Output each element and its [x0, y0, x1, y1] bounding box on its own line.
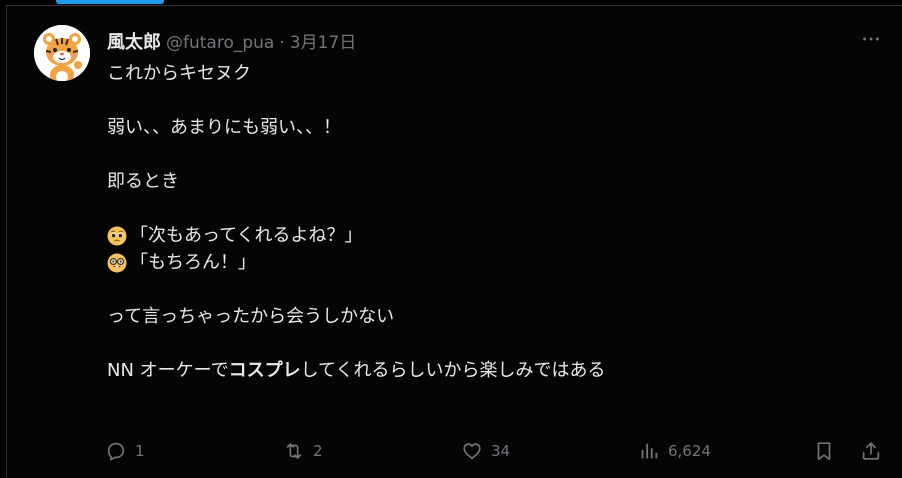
nerd-face-icon	[107, 253, 127, 273]
bookmark-icon	[817, 442, 831, 461]
views-icon	[641, 443, 658, 459]
tiger-avatar-icon	[34, 25, 90, 81]
more-icon	[863, 37, 879, 41]
tweet-line: 弱い、、あまりにも弱い、、！	[107, 117, 341, 138]
author-display-name[interactable]: 風太郎	[107, 28, 161, 54]
reply-count: 1	[135, 442, 145, 460]
author-handle[interactable]: @futaro_pua	[166, 33, 274, 53]
tweet-screen: 風太郎 @futaro_pua · 3月17日 これからキセヌク 弱い、、あまり…	[0, 0, 902, 478]
tweet-line: これからキセヌク	[107, 63, 251, 84]
tweet-text: これからキセヌク 弱い、、あまりにも弱い、、！ 即るとき 「次もあってくれるよね…	[107, 60, 867, 384]
tweet-line-with-emoji: 「次もあってくれるよね？」	[107, 222, 867, 249]
like-count: 34	[491, 442, 511, 460]
views-button[interactable]: 6,624	[638, 437, 711, 465]
header-separator: ·	[279, 33, 285, 53]
tweet-line: 即るとき	[107, 171, 179, 192]
heart-icon	[463, 443, 481, 460]
more-options-button[interactable]	[857, 28, 885, 50]
line-suffix: してくれるらしいから楽しみではある	[300, 360, 606, 381]
tweet-line-mixed: NN オーケーで コスプレ してくれるらしいから楽しみではある	[107, 357, 867, 384]
reply-button[interactable]: 1	[105, 437, 145, 465]
tweet-header: 風太郎 @futaro_pua · 3月17日	[107, 28, 356, 54]
action-bar: 1 2 34 6,624	[105, 437, 885, 465]
repost-count: 2	[313, 442, 323, 460]
active-tab-indicator	[56, 0, 164, 4]
quote-line: 「次もあってくれるよね？」	[130, 225, 363, 246]
share-icon	[862, 442, 880, 460]
quote-line: 「もちろん！」	[130, 252, 256, 273]
repost-button[interactable]: 2	[283, 437, 323, 465]
tweet-date[interactable]: 3月17日	[290, 28, 356, 53]
tweet-line-with-emoji: 「もちろん！」	[107, 249, 867, 276]
views-count: 6,624	[668, 442, 711, 460]
line-prefix: NN オーケーで	[107, 360, 229, 381]
like-button[interactable]: 34	[461, 437, 510, 465]
bookmark-button[interactable]	[813, 437, 835, 465]
bold-word: コスプレ	[228, 360, 301, 381]
avatar[interactable]	[34, 25, 90, 81]
pleading-face-icon	[107, 226, 127, 246]
reply-icon	[107, 442, 125, 461]
share-button[interactable]	[860, 437, 882, 465]
repost-icon	[286, 443, 302, 459]
tweet-line: って言っちゃったから会うしかない	[107, 306, 395, 327]
